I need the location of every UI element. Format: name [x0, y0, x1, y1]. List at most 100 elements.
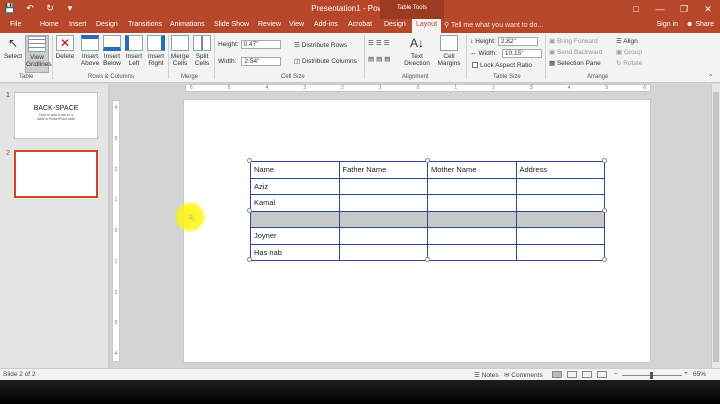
tab-insert[interactable]: Insert: [69, 21, 87, 28]
table-header-cell[interactable]: Father Name: [338, 161, 428, 179]
vertical-align-buttons[interactable]: ▤▤▤: [368, 55, 392, 63]
tab-animations[interactable]: Animations: [170, 21, 205, 28]
table-header-cell[interactable]: Name: [250, 161, 340, 179]
bring-forward-icon: ▣: [549, 38, 557, 45]
maximize-icon[interactable]: ❐: [672, 0, 696, 19]
table-cell[interactable]: [515, 194, 605, 212]
distribute-columns-button[interactable]: ◫ Distribute Columns: [294, 57, 357, 65]
slide-sorter-icon[interactable]: [567, 371, 577, 378]
rotate-button[interactable]: ↻ Rotate: [616, 59, 642, 67]
data-table[interactable]: Name Father Name Mother Name Address Azi…: [250, 161, 605, 261]
slideshow-icon[interactable]: [597, 371, 607, 378]
table-cell[interactable]: [338, 194, 428, 212]
select-button[interactable]: ↖ Select: [2, 35, 24, 60]
tab-file[interactable]: File: [10, 21, 21, 28]
insert-below-button[interactable]: Insert Below: [101, 35, 123, 67]
table-cell[interactable]: [338, 210, 428, 228]
tab-table-layout[interactable]: Layout: [412, 19, 442, 33]
reading-view-icon[interactable]: [582, 371, 592, 378]
horizontal-align-buttons[interactable]: ☰☰☰: [368, 39, 391, 47]
tab-transitions[interactable]: Transitions: [128, 21, 162, 28]
ribbon-display-icon[interactable]: □: [624, 0, 648, 19]
table-header-cell[interactable]: Mother Name: [427, 161, 517, 179]
table-cell[interactable]: [515, 177, 605, 195]
resize-handle[interactable]: [247, 257, 252, 262]
cell-height-input[interactable]: 0.47": [240, 40, 281, 49]
text-direction-button[interactable]: A↓ Text Direction: [402, 35, 432, 67]
view-gridlines-button[interactable]: View Gridlines: [25, 35, 52, 73]
align-button[interactable]: ☰ Align: [616, 37, 638, 45]
slide-thumbnails-pane: 1 BACK-SPACE How to add a row to a table…: [0, 84, 108, 368]
collapse-ribbon-icon[interactable]: ⌃: [708, 73, 713, 81]
tab-home[interactable]: Home: [40, 21, 59, 28]
cell-width-input[interactable]: 2.54": [241, 57, 282, 66]
tab-review[interactable]: Review: [258, 21, 281, 28]
slide-thumbnail-1[interactable]: BACK-SPACE How to add a row to a table i…: [14, 92, 98, 139]
table-cell[interactable]: [427, 243, 517, 261]
table-cell[interactable]: [250, 210, 340, 228]
table-cell[interactable]: [515, 227, 605, 245]
table-cell[interactable]: Has nab: [250, 243, 340, 261]
ribbon-layout: ↖ Select View Gridlines Table ✕ Delete I…: [0, 33, 720, 83]
tab-acrobat[interactable]: Acrobat: [348, 21, 372, 28]
vertical-scrollbar[interactable]: [711, 84, 720, 368]
tell-me-search[interactable]: ⚲ Tell me what you want to do...: [444, 21, 543, 29]
resize-handle[interactable]: [602, 158, 607, 163]
table-cell[interactable]: [427, 194, 517, 212]
table-cell[interactable]: Joyner: [250, 227, 340, 245]
insert-left-button[interactable]: Insert Left: [124, 35, 144, 67]
tab-design[interactable]: Design: [96, 21, 118, 28]
resize-handle[interactable]: [425, 257, 430, 262]
minimize-icon[interactable]: —: [648, 0, 672, 19]
send-backward-button[interactable]: ▣ Send Backward: [549, 48, 602, 56]
table-header-cell[interactable]: Address: [515, 161, 605, 179]
resize-handle[interactable]: [425, 158, 430, 163]
cell-margins-button[interactable]: Cell Margins: [435, 35, 463, 67]
zoom-in-icon[interactable]: +: [684, 370, 688, 377]
bring-forward-button[interactable]: ▣ Bring Forward: [549, 37, 598, 45]
scrollbar-thumb[interactable]: [713, 92, 719, 362]
tab-add-ins[interactable]: Add-ins: [314, 21, 338, 28]
slide-canvas[interactable]: Name Father Name Mother Name Address Azi…: [184, 100, 650, 362]
selection-pane-button[interactable]: ▦ Selection Pane: [549, 59, 601, 67]
thumbnails-scrollbar[interactable]: [108, 84, 111, 368]
insert-right-button[interactable]: Insert Right: [146, 35, 166, 67]
slide-thumbnail-2[interactable]: [14, 150, 98, 198]
table-cell[interactable]: Aziz: [250, 177, 340, 195]
resize-handle[interactable]: [602, 257, 607, 262]
resize-handle[interactable]: [247, 208, 252, 213]
comments-button[interactable]: ✉ Comments: [504, 371, 543, 379]
share-button[interactable]: ☻ Share: [686, 21, 714, 28]
resize-handle[interactable]: [247, 158, 252, 163]
group-button[interactable]: ▣ Group: [616, 48, 642, 56]
table-width-input[interactable]: 10.15": [501, 49, 542, 58]
close-icon[interactable]: ✕: [696, 0, 720, 19]
zoom-level[interactable]: 65%: [693, 371, 706, 378]
table-cell[interactable]: [427, 227, 517, 245]
table-height-input[interactable]: 2.82": [497, 37, 538, 46]
notes-button[interactable]: ☰ Notes: [474, 371, 499, 379]
tab-table-design[interactable]: Design: [384, 21, 406, 28]
tab-view[interactable]: View: [289, 21, 304, 28]
table-cell[interactable]: [338, 177, 428, 195]
table-cell[interactable]: [427, 210, 517, 228]
tab-slide-show[interactable]: Slide Show: [214, 21, 249, 28]
table-cell[interactable]: [515, 243, 605, 261]
normal-view-icon[interactable]: [552, 371, 562, 378]
zoom-out-icon[interactable]: –: [614, 370, 618, 377]
distribute-rows-button[interactable]: ☰ Distribute Rows: [294, 41, 347, 49]
table-cell[interactable]: [338, 227, 428, 245]
table-cell[interactable]: [427, 177, 517, 195]
table-cell[interactable]: [338, 243, 428, 261]
merge-cells-button[interactable]: Merge Cells: [170, 35, 190, 67]
table-cell[interactable]: [515, 210, 605, 228]
resize-handle[interactable]: [602, 208, 607, 213]
split-cells-button[interactable]: Split Cells: [192, 35, 212, 67]
zoom-slider-knob[interactable]: [650, 372, 653, 379]
table-header-row: Name Father Name Mother Name Address: [250, 161, 605, 179]
sign-in-link[interactable]: Sign in: [657, 21, 678, 28]
lock-aspect-ratio-checkbox[interactable]: Lock Aspect Ratio: [472, 62, 532, 69]
table-cell[interactable]: Kamal: [250, 194, 340, 212]
delete-button[interactable]: ✕ Delete: [54, 35, 76, 60]
insert-above-button[interactable]: Insert Above: [79, 35, 101, 67]
